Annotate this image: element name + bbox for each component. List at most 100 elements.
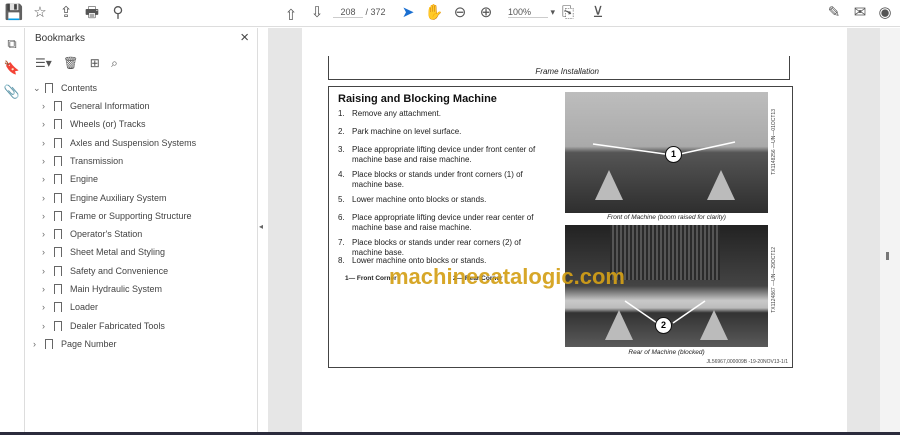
collapse-panel-icon[interactable]: ◂ <box>259 222 263 231</box>
watermark: machinecatalogic.com <box>389 264 625 289</box>
zoom-out-icon[interactable]: ⊖ <box>450 4 470 22</box>
bookmark-label: Page Number <box>61 339 117 349</box>
step-text: Place appropriate lifting device under r… <box>352 213 534 232</box>
bookmark-label: Wheels (or) Tracks <box>70 119 146 130</box>
section-header: Frame Installation <box>535 67 599 76</box>
callout-1: 1 <box>665 146 682 163</box>
chevron-right-icon[interactable]: › <box>42 156 52 166</box>
bookmark-item[interactable]: › Frame or Supporting Structure <box>42 207 192 225</box>
bookmark-item[interactable]: › Engine Auxiliary System <box>42 189 167 207</box>
chevron-right-icon[interactable]: › <box>42 247 52 257</box>
chevron-down-icon[interactable]: ⌄ <box>33 83 43 94</box>
document-footer-id: JL56967,000009B -19-20NOV13-1/1 <box>706 359 788 365</box>
hand-tool-icon[interactable]: ✋ <box>424 4 444 22</box>
bookmark-label: Frame or Supporting Structure <box>70 210 192 221</box>
chevron-right-icon[interactable]: › <box>42 302 52 312</box>
print-icon[interactable]: 🖶 <box>82 4 102 22</box>
chevron-right-icon[interactable]: › <box>42 229 52 239</box>
delete-bookmark-icon[interactable]: 🗑 <box>63 56 78 70</box>
step-text: Lower machine onto blocks or stands. <box>352 195 487 204</box>
bookmark-item[interactable]: › Dealer Fabricated Tools <box>42 317 165 335</box>
zoom-level-select[interactable]: 100% <box>508 7 548 18</box>
bookmark-item[interactable]: › Wheels (or) Tracks <box>42 115 146 133</box>
select-cursor-icon[interactable]: ➤ <box>398 4 418 22</box>
step-number: 8. <box>338 256 345 265</box>
chevron-right-icon[interactable]: › <box>42 174 52 184</box>
bookmark-icon <box>54 155 62 166</box>
chevron-right-icon[interactable]: › <box>42 101 52 111</box>
bookmarks-panel: Bookmarks × ☰▾ 🗑 ⊞ ⌕ ⌄ Contents › General … <box>25 28 258 432</box>
instruction-step: 5. Lower machine onto blocks or stands. <box>338 195 553 205</box>
bookmark-label: Main Hydraulic System <box>70 284 163 294</box>
mail-icon[interactable]: ✉ <box>850 4 870 22</box>
bookmark-item[interactable]: › Loader <box>42 298 98 316</box>
rear-photo-caption: Rear of Machine (blocked) <box>628 349 705 356</box>
close-icon[interactable]: × <box>240 29 249 46</box>
bookmark-label: General Information <box>70 101 150 111</box>
account-icon[interactable]: ◉ <box>875 4 895 22</box>
step-text: Place blocks or stands under front corne… <box>352 170 523 189</box>
bookmark-item[interactable]: › Engine <box>42 170 98 188</box>
bookmark-item[interactable]: › Safety and Convenience <box>42 262 168 280</box>
bookmark-icon <box>54 247 62 258</box>
bookmark-icon <box>54 192 62 203</box>
bookmarks-panel-icon[interactable]: 🔖 <box>0 60 24 76</box>
sign-icon[interactable]: ✎ <box>824 4 844 22</box>
bookmark-label: Loader <box>70 302 99 313</box>
figure-id-2: TX1124867 —UN—29OCT12 <box>771 247 777 313</box>
chevron-right-icon[interactable]: › <box>42 193 52 203</box>
instruction-step: 4. Place blocks or stands under front cor… <box>338 170 553 190</box>
bookmark-item[interactable]: › Axles and Suspension Systems <box>42 134 196 152</box>
step-number: 7. <box>338 238 345 247</box>
add-bookmark-icon[interactable]: ⊞ <box>90 56 100 70</box>
bookmark-item[interactable]: › Sheet Metal and Styling <box>42 243 165 261</box>
chevron-right-icon[interactable]: › <box>42 211 52 221</box>
chevron-right-icon[interactable]: › <box>42 266 52 276</box>
chevron-right-icon[interactable]: › <box>42 284 52 294</box>
step-number: 4. <box>338 170 345 179</box>
bookmark-label: Transmission <box>70 155 124 166</box>
step-text: Place appropriate lifting device under f… <box>352 145 536 164</box>
front-machine-photo: 1 <box>565 92 768 213</box>
left-tool-rail: ⧉ 🔖 📎 <box>0 28 25 432</box>
step-number: 2. <box>338 127 345 136</box>
bookmark-icon <box>54 265 62 276</box>
toolbar: 💾 ☆ ⇪ 🖶 ⚲ ⇩ ⇩ 208 / 372 ➤ ✋ ⊖ ⊕ 100% ▾ ⎘… <box>0 0 900 27</box>
bookmark-icon <box>54 119 62 130</box>
step-number: 6. <box>338 213 345 222</box>
page-number-input[interactable]: 208 <box>333 7 363 18</box>
save-icon[interactable]: 💾 <box>4 4 24 22</box>
bookmark-item[interactable]: › Operator's Station <box>42 225 142 243</box>
vertical-scrollbar[interactable] <box>880 28 900 432</box>
find-bookmark-icon[interactable]: ⌕ <box>111 56 118 70</box>
bookmark-page-number[interactable]: › Page Number <box>33 335 117 353</box>
chevron-right-icon[interactable]: › <box>42 119 52 129</box>
zoom-in-icon[interactable]: ⊕ <box>476 4 496 22</box>
attachments-icon[interactable]: 📎 <box>0 84 24 100</box>
instruction-step: 6. Place appropriate lifting device under… <box>338 213 553 233</box>
bookmark-icon <box>54 174 62 185</box>
chevron-right-icon[interactable]: › <box>33 339 43 349</box>
chevron-right-icon[interactable]: › <box>42 321 52 331</box>
instruction-step: 7. Place blocks or stands under rear corn… <box>338 238 553 258</box>
search-icon[interactable]: ⚲ <box>108 4 128 22</box>
pages-thumbnail-icon[interactable]: ⧉ <box>0 36 24 52</box>
bookmark-options-icon[interactable]: ☰▾ <box>35 56 52 70</box>
bookmark-label: Sheet Metal and Styling <box>70 247 166 258</box>
bookmark-item[interactable]: › General Information <box>42 97 150 115</box>
instruction-step: 1. Remove any attachment. <box>338 109 553 119</box>
chevron-right-icon[interactable]: › <box>42 138 52 148</box>
previous-page-icon[interactable]: ⇩ <box>281 4 301 22</box>
bookmark-item[interactable]: › Transmission <box>42 152 123 170</box>
bookmark-icon <box>45 339 53 349</box>
instruction-step: 2. Park machine on level surface. <box>338 127 553 137</box>
bookmark-icon <box>54 101 62 111</box>
next-page-icon[interactable]: ⇩ <box>307 4 327 22</box>
upload-icon[interactable]: ⇪ <box>56 4 76 22</box>
bookmark-item[interactable]: › Main Hydraulic System <box>42 280 162 298</box>
bookmark-label: Engine <box>70 174 99 185</box>
fit-page-icon[interactable]: ⎘ <box>558 4 578 22</box>
bookmark-star-icon[interactable]: ☆ <box>30 4 50 22</box>
scroll-mode-icon[interactable]: ⊻ <box>588 4 608 22</box>
bookmark-contents[interactable]: ⌄ Contents <box>33 79 97 97</box>
